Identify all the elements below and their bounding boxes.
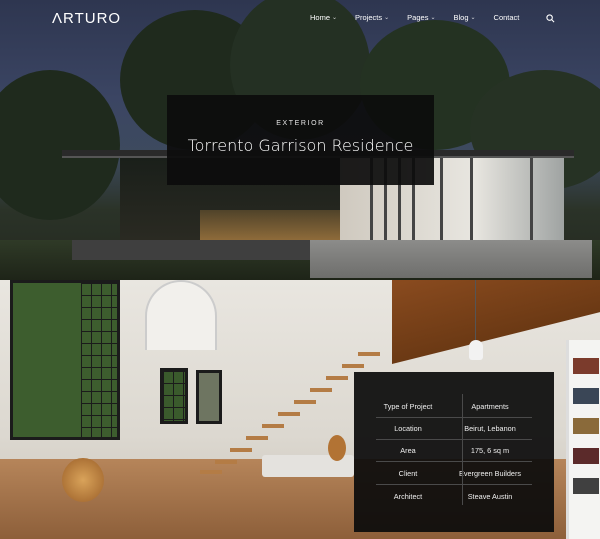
stair-step [326,376,348,380]
nav-item-contact[interactable]: Contact [494,13,520,22]
info-key: Area [400,445,416,455]
stair-step [230,448,252,452]
project-info-table: Type of Project Apartments Location Beir… [354,372,554,532]
nav-item-label: Home [310,13,331,22]
info-row-client: Client Evergreen Builders [376,462,532,484]
info-value: Beirut, Lebanon [464,423,516,433]
stair-step [358,352,380,356]
house-base [72,240,592,278]
project-title: Torrento Garrison Residence [187,136,414,155]
info-key: Location [394,423,422,433]
nav-item-label: Blog [453,13,469,22]
project-category: EXTERIOR [276,120,325,127]
window-small [196,370,222,424]
info-row-area: Area 175, 6 sq m [376,439,532,461]
window-left [10,280,120,440]
arched-window [145,280,217,350]
bookshelf [566,340,600,539]
info-key: Type of Project [383,401,433,411]
info-value: Apartments [471,401,509,411]
column-divider [462,394,463,505]
info-row-type: Type of Project Apartments [376,395,532,417]
info-value: 175, 6 sq m [470,445,510,455]
main-menu: Home ⌄ Projects ⌄ Pages ⌄ Blog ⌄ Contact [310,13,537,22]
guitar [328,435,346,461]
info-key: Client [398,468,418,478]
project-title-box: EXTERIOR Torrento Garrison Residence [167,95,434,185]
stair-step [310,388,332,392]
stair-step [278,412,300,416]
chevron-down-icon: ⌄ [384,15,390,21]
nav-item-projects[interactable]: Projects ⌄ [355,13,389,22]
stair-step [262,424,284,428]
pendant-cord [475,280,476,340]
nav-item-home[interactable]: Home ⌄ [310,13,337,22]
info-row-location: Location Beirut, Lebanon [376,417,532,439]
info-value: Steave Austin [467,491,513,501]
chevron-down-icon: ⌄ [430,15,436,21]
info-value: Evergreen Builders [458,468,522,478]
tree-shape [0,70,120,220]
pendant-lamp [469,340,483,360]
nav-item-label: Projects [355,13,383,22]
stair-step [200,470,222,474]
hero-exterior-image: ΛRTURO Home ⌄ Projects ⌄ Pages ⌄ Blog ⌄ Cont… [0,0,600,280]
window-small [160,368,188,424]
top-navigation: ΛRTURO Home ⌄ Projects ⌄ Pages ⌄ Blog ⌄ Cont… [0,0,600,36]
info-row-architect: Architect Steave Austin [376,485,532,507]
logo-text: RTURO [63,10,122,27]
wood-stump-stool [62,458,104,502]
nav-item-blog[interactable]: Blog ⌄ [453,13,475,22]
stair-step [215,460,237,464]
chevron-down-icon: ⌄ [470,15,476,21]
nav-item-label: Pages [407,13,429,22]
stair-step [246,436,268,440]
stair-step [294,400,316,404]
nav-item-label: Contact [493,13,520,22]
brand-logo[interactable]: ΛRTURO [52,10,121,27]
nav-item-pages[interactable]: Pages ⌄ [407,13,435,22]
stair-step [342,364,364,368]
info-key: Architect [393,491,423,501]
search-icon[interactable] [546,14,555,23]
logo-mark: Λ [52,10,64,27]
chevron-down-icon: ⌄ [332,15,338,21]
